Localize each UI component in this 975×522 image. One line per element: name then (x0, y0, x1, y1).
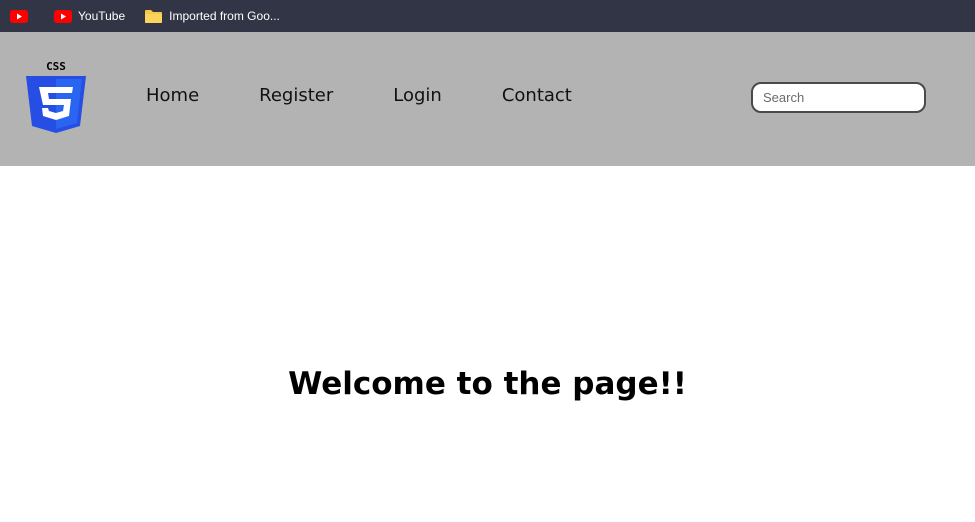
nav-link-home[interactable]: Home (146, 85, 199, 107)
css3-logo-icon[interactable]: CSS (24, 60, 88, 134)
nav-links: Home Register Login Contact (146, 85, 572, 107)
youtube-icon (10, 9, 28, 23)
bookmark-label: Imported from Goo... (169, 9, 280, 23)
navbar: CSS Home Register Login Contact (0, 32, 975, 166)
bookmark-youtube-icon-only[interactable] (8, 4, 36, 28)
bookmarks-bar: YouTube Imported from Goo... (0, 0, 975, 32)
welcome-heading: Welcome to the page!! (288, 366, 687, 402)
nav-link-login[interactable]: Login (393, 85, 442, 107)
bookmark-label: YouTube (78, 9, 126, 23)
nav-link-contact[interactable]: Contact (502, 85, 572, 107)
bookmark-folder-imported[interactable]: Imported from Goo... (143, 4, 282, 28)
youtube-icon (54, 9, 72, 23)
bookmark-youtube[interactable]: YouTube (52, 4, 127, 28)
folder-icon (145, 10, 163, 23)
nav-link-register[interactable]: Register (259, 85, 333, 107)
logo-text: CSS (46, 60, 66, 73)
search-input[interactable] (751, 82, 926, 113)
